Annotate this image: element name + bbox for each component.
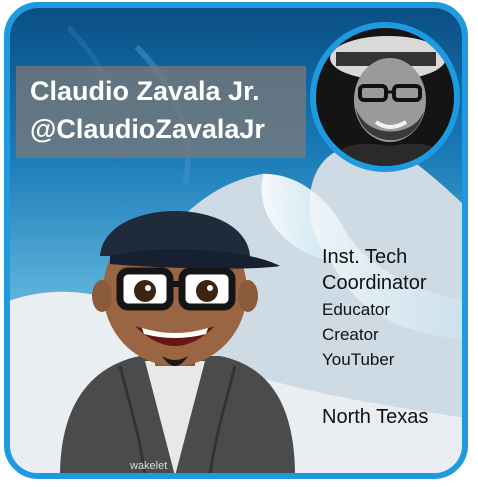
location: North Texas xyxy=(322,406,429,428)
bitmoji-avatar xyxy=(60,211,295,473)
name-banner: Claudio Zavala Jr. @ClaudioZavalaJr xyxy=(16,66,306,158)
role-educator: Educator xyxy=(322,300,391,319)
title-line-2: Coordinator xyxy=(322,272,427,294)
profile-name: Claudio Zavala Jr. xyxy=(30,76,260,106)
profile-handle: @ClaudioZavalaJr xyxy=(30,114,265,144)
profile-card: Claudio Zavala Jr. @ClaudioZavalaJr wake… xyxy=(4,2,468,479)
role-youtuber: YouTuber xyxy=(322,350,395,369)
role-creator: Creator xyxy=(322,325,379,344)
portrait-image xyxy=(316,28,454,166)
hoodie-logo: wakelet xyxy=(130,460,168,472)
title-line-1: Inst. Tech xyxy=(322,246,408,268)
profile-photo xyxy=(310,22,460,172)
